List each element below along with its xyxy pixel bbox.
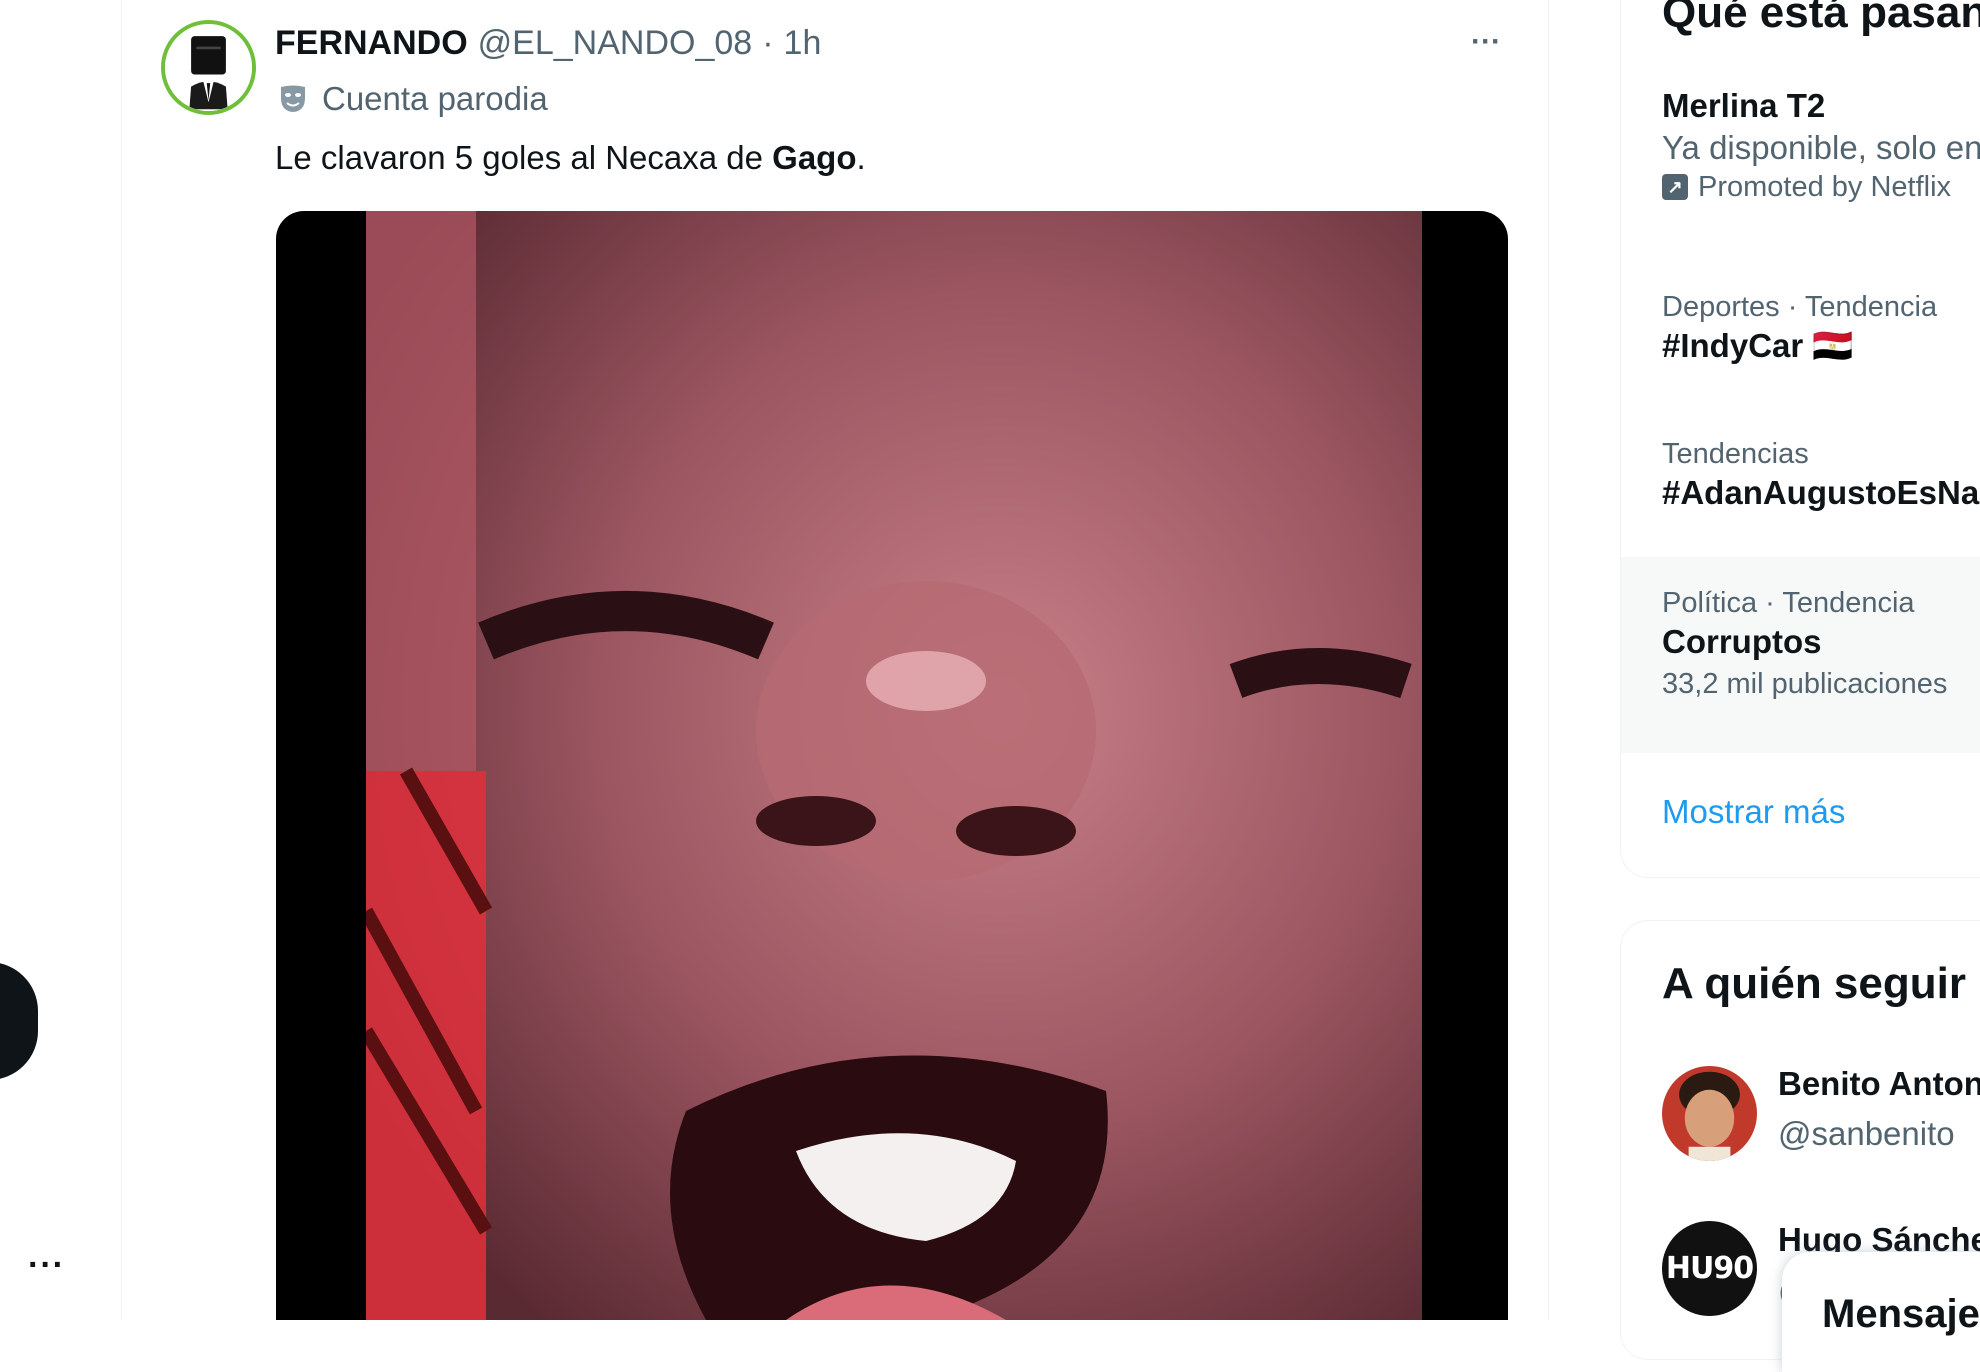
- parody-label-text: Cuenta parodia: [322, 80, 548, 117]
- trend-post-count: 33,2 mil publicaciones: [1662, 668, 1948, 700]
- trend-subtitle: Ya disponible, solo en Netflix: [1662, 129, 1980, 166]
- right-sidebar: Qué está pasando Merlina T2 Ya disponibl…: [1620, 0, 1980, 1360]
- trend-name: Corruptos: [1662, 623, 1822, 660]
- trend-item-promoted[interactable]: Merlina T2 Ya disponible, solo en Netfli…: [1662, 85, 1980, 205]
- follow-avatar-hugo[interactable]: HU90: [1662, 1221, 1757, 1316]
- promoted-icon: ↗: [1662, 174, 1688, 200]
- promoted-text: Promoted by Netflix: [1698, 171, 1952, 203]
- media-video-frame[interactable]: [366, 211, 1422, 1320]
- author-handle[interactable]: @EL_NANDO_08: [478, 24, 753, 63]
- messages-title[interactable]: Mensajes: [1822, 1292, 1980, 1337]
- left-nav: ···: [0, 0, 122, 1320]
- benito-avatar-image: [1662, 1066, 1757, 1161]
- tweet-text-bold[interactable]: Gago: [772, 139, 856, 176]
- tweet-text: Le clavaron 5 goles al Necaxa de Gago.: [275, 136, 866, 180]
- laughing-face-image: [366, 211, 1422, 1320]
- who-to-follow-title: A quién seguir: [1662, 959, 1966, 1008]
- trend-name: Merlina T2: [1662, 87, 1826, 124]
- more-menu-button[interactable]: ···: [28, 1248, 65, 1282]
- parody-account-label: Cuenta parodia: [278, 78, 548, 120]
- show-more-link[interactable]: Mostrar más: [1662, 793, 1845, 831]
- author-display-name[interactable]: FERNANDO: [275, 24, 468, 63]
- tweet-timestamp[interactable]: 1h: [784, 24, 822, 63]
- author-avatar[interactable]: [161, 20, 256, 115]
- trend-meta: Deportes · Tendencia: [1662, 291, 1938, 323]
- tweet-header: FERNANDO @EL_NANDO_08 · 1h: [275, 20, 821, 66]
- trend-item-adanaugusto[interactable]: Tendencias #AdanAugustoEsNarco: [1662, 436, 1980, 514]
- follow-name-benito[interactable]: Benito Antonio: [1778, 1065, 1980, 1103]
- tweet-more-button[interactable]: ···: [1466, 22, 1506, 62]
- trends-card: Qué está pasando Merlina T2 Ya disponibl…: [1620, 0, 1980, 878]
- separator-dot: ·: [762, 23, 774, 62]
- post-button[interactable]: [0, 962, 38, 1080]
- follow-avatar-benito[interactable]: [1662, 1066, 1757, 1161]
- trend-item-indycar[interactable]: Deportes · Tendencia #IndyCar 🇪🇬: [1662, 289, 1937, 367]
- trend-meta: Política · Tendencia: [1662, 587, 1915, 619]
- trend-item-corruptos[interactable]: Política · Tendencia Corruptos 33,2 mil …: [1662, 585, 1947, 705]
- promoted-label: ↗ Promoted by Netflix: [1662, 169, 1980, 205]
- tweet-text-prefix: Le clavaron 5 goles al Necaxa de: [275, 139, 773, 176]
- messages-drawer[interactable]: Mensajes: [1782, 1252, 1980, 1372]
- theater-mask-icon: [281, 85, 305, 112]
- trend-name: #IndyCar 🇪🇬: [1662, 327, 1854, 364]
- trend-name: #AdanAugustoEsNarco: [1662, 474, 1980, 511]
- tweet-media[interactable]: [276, 211, 1508, 1320]
- trends-title: Qué está pasando: [1662, 0, 1980, 37]
- follow-handle-benito: @sanbenito: [1778, 1115, 1955, 1152]
- avatar-illustration: [165, 24, 252, 111]
- trend-meta: Tendencias: [1662, 438, 1809, 470]
- tweet-text-suffix: .: [856, 139, 866, 176]
